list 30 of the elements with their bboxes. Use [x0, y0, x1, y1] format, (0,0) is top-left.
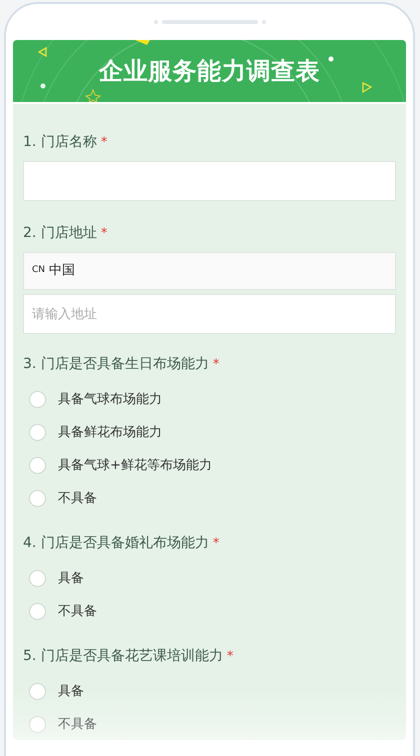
option-label: 具备鲜花布场能力	[58, 424, 162, 442]
required-mark: *	[212, 535, 220, 553]
radio-button[interactable]	[29, 391, 46, 408]
question-label: 2. 门店地址	[23, 224, 97, 243]
required-mark: *	[100, 225, 108, 243]
required-mark: *	[100, 134, 108, 152]
option-label: 具备	[58, 682, 84, 701]
required-mark: *	[226, 648, 234, 666]
address-field[interactable]: 请输入地址	[23, 294, 396, 334]
country-select[interactable]: CN 中国	[23, 252, 396, 290]
radio-button[interactable]	[29, 683, 46, 700]
option-label: 具备	[58, 570, 84, 588]
option-label: 具备气球+鲜花等布场能力	[58, 456, 212, 475]
option-label: 不具备	[58, 716, 97, 734]
radio-button[interactable]	[29, 603, 46, 620]
radio-button[interactable]	[29, 570, 46, 587]
question-label: 5. 门店是否具备花艺课培训能力	[23, 647, 223, 666]
radio-button[interactable]	[29, 490, 46, 507]
option-label: 不具备	[58, 490, 97, 508]
form-title: 企业服务能力调查表	[98, 56, 320, 87]
radio-button[interactable]	[29, 716, 46, 733]
required-mark: *	[212, 356, 220, 374]
radio-button[interactable]	[29, 424, 46, 441]
option-label: 不具备	[58, 602, 97, 621]
radio-button[interactable]	[29, 457, 46, 474]
option-label: 具备气球布场能力	[58, 390, 162, 409]
question-label: 3. 门店是否具备生日布场能力	[23, 355, 209, 374]
input-field[interactable]	[23, 161, 396, 201]
question-label: 1. 门店名称	[23, 133, 97, 152]
question-label: 4. 门店是否具备婚礼布场能力	[23, 534, 209, 553]
